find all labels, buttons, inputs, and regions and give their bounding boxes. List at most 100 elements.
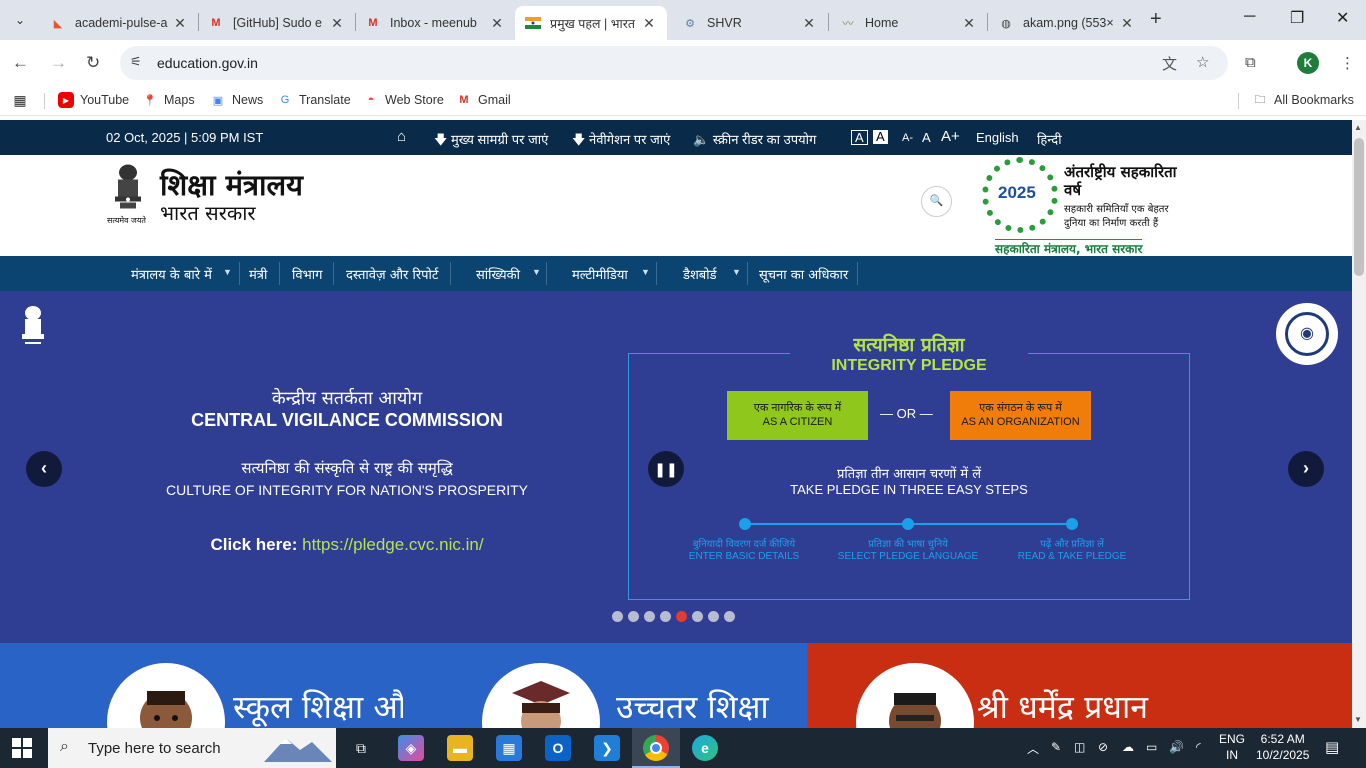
carousel-dot-8[interactable] [724, 611, 735, 622]
browser-tab-academi[interactable]: ◣ academi-pulse-a ✕ [40, 6, 198, 40]
panel-school-education[interactable]: स्कूल शिक्षा और [0, 643, 403, 728]
battery-icon[interactable]: ▭ [1146, 740, 1157, 754]
pledge-link[interactable]: https://pledge.cvc.nic.in/ [302, 535, 483, 554]
contrast-light-button[interactable]: A [873, 130, 888, 144]
nav-departments[interactable]: विभाग [292, 265, 322, 283]
carousel-next-arrow-icon[interactable]: › [1288, 451, 1324, 487]
scroll-up-icon[interactable]: ▲ [1354, 123, 1362, 132]
chrome-taskbar-active[interactable] [632, 728, 680, 768]
bookmark-webstore[interactable]: ◓ Web Store [363, 92, 444, 108]
lang-english-link[interactable]: English [976, 130, 1019, 145]
bookmark-star-icon[interactable]: ☆ [1196, 53, 1209, 71]
volume-icon[interactable]: 🔊 [1169, 740, 1184, 754]
copilot-icon[interactable]: ◈ [398, 735, 424, 761]
edge-icon[interactable]: e [692, 735, 718, 761]
close-window-icon[interactable]: ✕ [1336, 8, 1349, 28]
nav-multimedia[interactable]: मल्टीमीडिया [572, 265, 628, 283]
extensions-icon[interactable]: ⧉ [1245, 54, 1256, 71]
browser-tab-inbox[interactable]: M Inbox - meenub ✕ [355, 6, 515, 40]
nav-statistics[interactable]: सांख्यिकी [476, 265, 520, 283]
system-clock[interactable]: 6:52 AM 10/2/2025 [1256, 731, 1309, 763]
browser-tab-github[interactable]: M [GitHub] Sudo e ✕ [198, 6, 355, 40]
menu-kebab-icon[interactable]: ⋮ [1340, 54, 1355, 72]
carousel-prev-arrow-icon[interactable]: ‹ [26, 451, 62, 487]
microsoft-store-icon[interactable]: ▦ [496, 735, 522, 761]
browser-tab-akam[interactable]: ◍ akam.png (553× ✕ [988, 6, 1145, 40]
new-tab-plus-icon[interactable]: + [1150, 8, 1162, 31]
chevron-down-icon[interactable]: ▼ [732, 267, 741, 277]
site-search-icon[interactable]: 🔍 [921, 186, 952, 217]
meet-now-icon[interactable]: ◫ [1074, 740, 1085, 754]
panel-minister[interactable]: श्री धर्मेंद्र प्रधान [807, 643, 1352, 728]
pen-icon[interactable]: ✎ [1051, 740, 1061, 754]
notification-center-icon[interactable]: ▤ [1325, 738, 1339, 756]
tab-search-chevron-icon[interactable]: ⌄ [8, 8, 32, 32]
address-bar[interactable]: ⚟ education.gov.in 文 ☆ [120, 46, 1228, 80]
carousel-dot-1[interactable] [612, 611, 623, 622]
task-view-icon[interactable]: ⧉ [348, 735, 374, 761]
bookmark-maps[interactable]: 📍 Maps [142, 92, 194, 108]
scroll-down-icon[interactable]: ▼ [1354, 715, 1362, 724]
carousel-dot-2[interactable] [628, 611, 639, 622]
font-normal-button[interactable]: A [922, 130, 931, 145]
nav-minister[interactable]: मंत्री [249, 265, 267, 283]
chevron-down-icon[interactable]: ▼ [641, 267, 650, 277]
site-info-icon[interactable]: ⚟ [130, 54, 142, 70]
nav-rti[interactable]: सूचना का अधिकार [759, 265, 848, 283]
nav-dashboard[interactable]: डैशबोर्ड [683, 265, 717, 283]
page-scrollbar[interactable]: ▲ ▼ [1352, 120, 1366, 728]
close-tab-icon[interactable]: ✕ [641, 15, 657, 32]
carousel-dot-7[interactable] [708, 611, 719, 622]
taskbar-search-box[interactable]: ⌕ Type here to search [48, 728, 336, 768]
font-decrease-button[interactable]: A- [902, 132, 913, 144]
home-icon[interactable]: ⌂ [397, 128, 406, 145]
bookmark-youtube[interactable]: ▶ YouTube [58, 92, 129, 108]
vscode-icon[interactable]: ❯ [594, 735, 620, 761]
contrast-dark-button[interactable]: A [851, 130, 868, 145]
panel-higher-education[interactable]: उच्चतर शिक्षा [403, 643, 807, 728]
carousel-pause-icon[interactable]: ❚❚ [648, 451, 684, 487]
back-arrow-icon[interactable]: ← [12, 53, 29, 73]
browser-tab-home[interactable]: 〰 Home ✕ [830, 6, 987, 40]
bookmark-gmail[interactable]: M Gmail [456, 92, 510, 108]
carousel-dot-6[interactable] [692, 611, 703, 622]
close-tab-icon[interactable]: ✕ [961, 15, 977, 32]
minimize-icon[interactable]: ─ [1244, 8, 1255, 26]
font-increase-button[interactable]: A+ [941, 128, 960, 145]
browser-tab-education-active[interactable]: प्रमुख पहल | भारत ✕ [515, 6, 667, 40]
all-bookmarks[interactable]: 🗀 All Bookmarks [1252, 92, 1354, 108]
nav-about-ministry[interactable]: मंत्रालय के बारे में [131, 265, 212, 283]
reload-icon[interactable]: ↻ [86, 53, 100, 73]
carousel-dot-5[interactable] [676, 611, 687, 622]
skip-to-main-link[interactable]: 🡇 मुख्य सामग्री पर जाएं [434, 130, 548, 153]
profile-avatar[interactable]: K [1297, 52, 1319, 74]
browser-tab-shvr[interactable]: ⚙ SHVR ✕ [672, 6, 827, 40]
skip-to-nav-link[interactable]: 🡇 नेवीगेशन पर जाएं [572, 130, 670, 153]
close-tab-icon[interactable]: ✕ [172, 15, 188, 32]
screen-reader-link[interactable]: 🔈 स्क्रीन रीडर का उपयोग [693, 130, 816, 148]
network-off-icon[interactable]: ⊘ [1098, 740, 1108, 754]
forward-arrow-icon[interactable]: → [50, 53, 67, 73]
bookmark-news[interactable]: ▣ News [210, 92, 263, 108]
carousel-dot-3[interactable] [644, 611, 655, 622]
close-tab-icon[interactable]: ✕ [329, 15, 345, 32]
pledge-as-organization-button[interactable]: एक संगठन के रूप में AS AN ORGANIZATION [950, 391, 1091, 440]
close-tab-icon[interactable]: ✕ [1119, 15, 1135, 32]
bookmark-translate[interactable]: G Translate [277, 92, 351, 108]
cooperatives-year-banner[interactable]: 2025 अंतर्राष्ट्रीय सहकारिता वर्ष सहकारी… [980, 155, 1195, 256]
scrollbar-thumb[interactable] [1354, 138, 1364, 276]
chevron-down-icon[interactable]: ▼ [532, 267, 541, 277]
outlook-icon[interactable]: O [545, 735, 571, 761]
close-tab-icon[interactable]: ✕ [489, 15, 505, 32]
carousel-dot-4[interactable] [660, 611, 671, 622]
onedrive-icon[interactable]: ☁ [1122, 740, 1134, 754]
lang-hindi-link[interactable]: हिन्दी [1037, 130, 1062, 148]
nav-documents-reports[interactable]: दस्तावेज़ और रिपोर्ट [346, 265, 438, 283]
chevron-down-icon[interactable]: ▼ [223, 267, 232, 277]
restore-icon[interactable]: ❐ [1290, 8, 1304, 28]
input-language[interactable]: ENG IN [1219, 731, 1245, 763]
windows-start-icon[interactable] [12, 738, 32, 758]
file-explorer-icon[interactable]: ▬ [447, 735, 473, 761]
apps-grid-icon[interactable]: ▦ [12, 92, 34, 108]
wifi-icon[interactable]: ◜ [1196, 740, 1201, 754]
